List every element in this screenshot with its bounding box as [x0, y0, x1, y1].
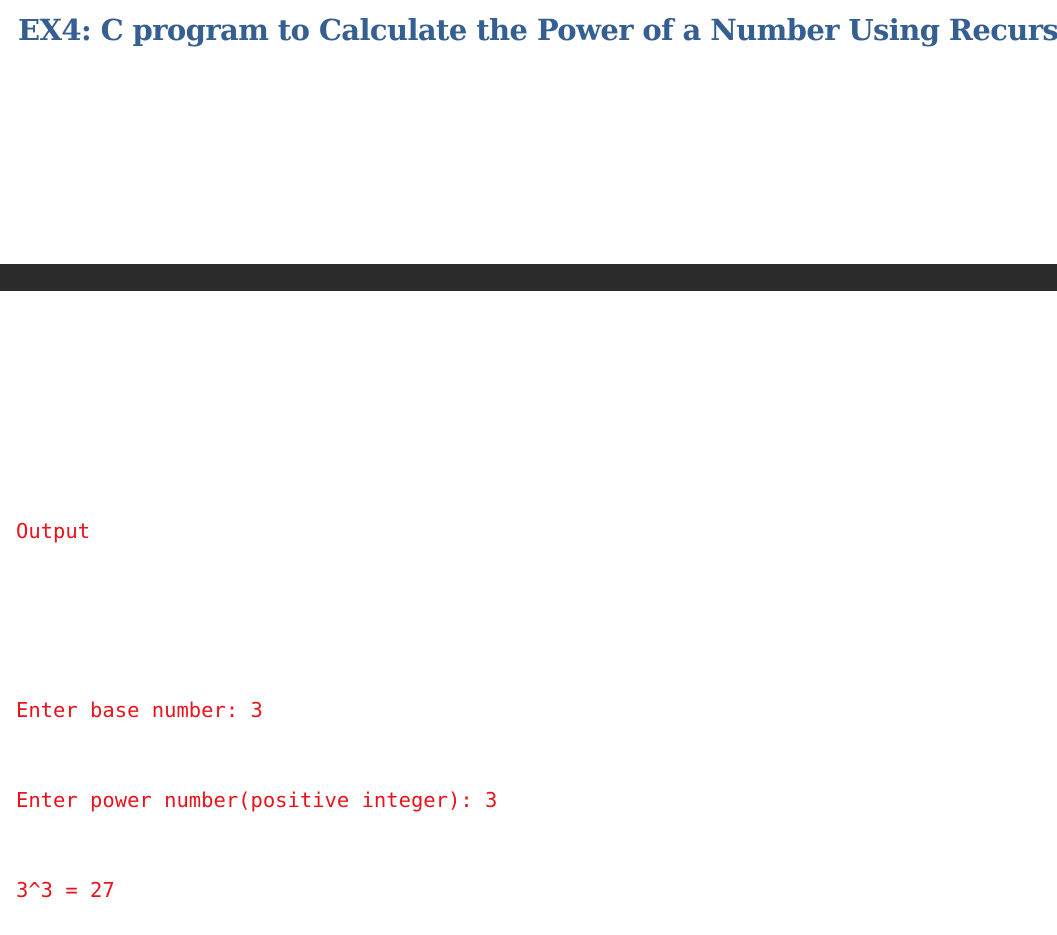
output-heading: Output: [16, 519, 91, 543]
output-spacer: [16, 606, 497, 635]
output-line-power-prompt: Enter power number(positive integer): 3: [16, 788, 498, 812]
output-line-result: 3^3 = 27: [16, 878, 115, 902]
program-output: Output Enter base number: 3 Enter power …: [16, 456, 497, 935]
code-block-bar: [0, 264, 1057, 291]
output-line-base-prompt: Enter base number: 3: [16, 698, 263, 722]
page-title: EX4: C program to Calculate the Power of…: [18, 13, 1057, 47]
